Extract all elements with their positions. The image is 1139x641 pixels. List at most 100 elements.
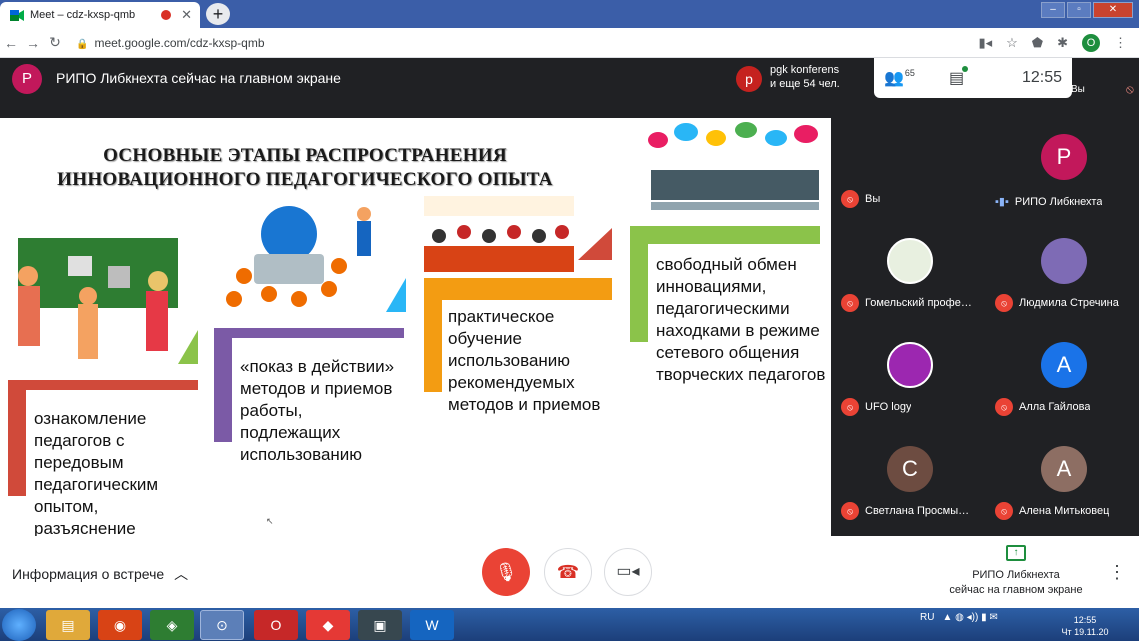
participant-tile[interactable]: A ⦸ Алла Гайлова: [989, 326, 1139, 426]
participant-label: ⦸ Светлана Просмы…: [841, 502, 969, 520]
meeting-details-panel: 👥 65 ▤ 12:55: [874, 58, 1072, 98]
participant-name: РИПО Либкнехта: [1014, 195, 1103, 208]
browser-tab[interactable]: Meet – cdz-kxsp-qmb ✕: [0, 2, 200, 28]
participant-avatar: A: [1041, 342, 1087, 388]
browser-extensions: ▮◂ ☆ ⬟ ✱ O ⋮: [978, 33, 1139, 52]
chevron-up-icon: ︿: [174, 566, 189, 582]
mic-off-icon: ⦸: [1126, 82, 1134, 96]
camera-icon[interactable]: ▮◂: [978, 35, 992, 51]
step3-top-bar: [424, 278, 612, 300]
participant-tile[interactable]: P ▪▮▪ РИПО Либкнехта: [989, 118, 1139, 218]
opera-icon[interactable]: O: [254, 610, 298, 640]
maximize-icon[interactable]: ▫: [1067, 2, 1091, 18]
green-triangle-decoration: [178, 330, 198, 364]
camera-off-icon: ▭◂: [616, 563, 640, 580]
participant-tile[interactable]: ⦸ Гомельский профе…: [835, 222, 985, 322]
step3-side-bar: [424, 278, 442, 392]
window-controls: – ▫ ✕: [1041, 2, 1133, 18]
extensions-icon[interactable]: ✱: [1057, 35, 1068, 51]
save-app-icon[interactable]: ▣: [358, 610, 402, 640]
participant-name: Светлана Просмы…: [865, 505, 970, 517]
anydesk-icon[interactable]: ◆: [306, 610, 350, 640]
address-bar: ← → ↻ 🔒 meet.google.com/cdz-kxsp-qmb ▮◂ ☆…: [0, 28, 1139, 58]
participant-name: Гомельский профе…: [865, 297, 972, 309]
taskbar-time: 12:55: [1073, 615, 1097, 625]
mic-off-icon: ⦸: [841, 190, 859, 208]
profile-avatar[interactable]: O: [1082, 33, 1100, 52]
mic-off-icon: ⦸: [995, 398, 1013, 416]
step4-text: свободный обмен инновациями, педагогичес…: [656, 255, 826, 384]
slide-title: ОСНОВНЫЕ ЭТАПЫ РАСПРОСТРАНЕНИЯ ИННОВАЦИО…: [50, 144, 560, 192]
participant-name: Алла Гайлова: [1019, 401, 1091, 413]
participant-label: ⦸ Людмила Стречина: [995, 294, 1119, 312]
word-icon[interactable]: W: [410, 610, 454, 640]
participant-avatar: C: [887, 446, 933, 492]
chat-unread-dot: [962, 66, 969, 72]
start-button-icon[interactable]: [2, 609, 36, 641]
bookmark-star-icon[interactable]: ☆: [1006, 35, 1018, 51]
reload-icon[interactable]: ↻: [44, 34, 66, 51]
participant-count: 65: [904, 68, 915, 78]
participant-avatar-photo: [887, 342, 933, 388]
mouse-cursor-icon: ↖: [266, 516, 274, 526]
participant-name: UFO logy: [865, 401, 912, 413]
camera-toggle-button[interactable]: ▭◂: [604, 548, 652, 596]
taskbar-clock[interactable]: 12:55 Чт 19.11.20: [1060, 614, 1110, 638]
back-icon[interactable]: ←: [0, 35, 22, 51]
language-indicator[interactable]: RU: [920, 612, 934, 623]
participant-label: ⦸ Вы: [841, 190, 880, 208]
participant-name: Алена Митьковец: [1019, 505, 1110, 517]
puzzle-team-illustration: [18, 238, 178, 359]
minimize-icon[interactable]: –: [1041, 2, 1065, 18]
team-computer-illustration: [226, 206, 371, 307]
participants-grid: ⦸ Вы P ▪▮▪ РИПО Либкнехта ⦸ Гомельский проф…: [831, 100, 1139, 536]
window-close-icon[interactable]: ✕: [1093, 2, 1133, 18]
step1-top-bar: [8, 380, 198, 390]
step1-text: ознакомление педагогов с передовым педаг…: [34, 409, 159, 536]
nvidia-icon[interactable]: ◈: [150, 610, 194, 640]
step2-text: «показ в действии» методов и приемов раб…: [240, 357, 395, 464]
participant-avatar-photo: [1041, 238, 1087, 284]
step1-side-bar: [8, 380, 26, 496]
file-explorer-icon[interactable]: ▤: [46, 610, 90, 640]
browser-app-icon[interactable]: ◉: [98, 610, 142, 640]
participant-label: ▪▮▪ РИПО Либкнехта: [995, 195, 1103, 209]
participant-avatar-logo: [887, 238, 933, 284]
participant-tile[interactable]: ⦸ Людмила Стречина: [989, 222, 1139, 322]
url-field[interactable]: 🔒 meet.google.com/cdz-kxsp-qmb: [76, 36, 265, 50]
pinned-participant-avatar[interactable]: p: [736, 66, 762, 92]
participant-tile[interactable]: ⦸ UFO logy: [835, 326, 985, 426]
taskbar-date: Чт 19.11.20: [1061, 627, 1109, 637]
pinned-participant-info[interactable]: pgk konferens и еще 54 чел.: [770, 63, 840, 91]
red-triangle-decoration: [578, 228, 612, 260]
participant-tile[interactable]: A ⦸ Алена Митьковец: [989, 430, 1139, 530]
more-options-icon[interactable]: ⋮: [1108, 562, 1126, 583]
present-screen-icon[interactable]: ↑: [1006, 545, 1026, 561]
forward-icon[interactable]: →: [22, 35, 44, 51]
phone-hangup-icon: ☎: [556, 562, 580, 582]
hang-up-button[interactable]: ☎: [544, 548, 592, 596]
browser-menu-icon[interactable]: ⋮: [1114, 35, 1127, 51]
blue-triangle-decoration: [386, 278, 406, 312]
chrome-icon[interactable]: ⊙: [200, 610, 244, 640]
step3-text: практическое обучение использованию реко…: [448, 307, 601, 414]
participants-button[interactable]: 👥 65: [884, 68, 915, 88]
close-tab-icon[interactable]: ✕: [181, 7, 192, 23]
mic-off-icon: ⦸: [995, 502, 1013, 520]
participant-tile[interactable]: ⦸ Вы: [835, 118, 985, 218]
participant-tile[interactable]: C ⦸ Светлана Просмы…: [835, 430, 985, 530]
shield-icon[interactable]: ⬟: [1032, 35, 1043, 51]
new-tab-button[interactable]: +: [206, 3, 230, 25]
meeting-info-label: Информация о встрече: [12, 566, 165, 582]
step2-top-bar: [214, 328, 404, 338]
presenter-status: РИПО Либкнехта сейчас на главном экране: [56, 70, 341, 86]
chat-button[interactable]: ▤: [949, 66, 969, 88]
mic-toggle-button[interactable]: 🎙︎: [482, 548, 530, 596]
tray-icons[interactable]: ▲ ◍ ◂)) ▮ ✉: [942, 612, 997, 623]
meeting-info-button[interactable]: Информация о встрече ︿: [12, 564, 188, 584]
discussion-meeting-illustration: [648, 122, 819, 210]
presenting-status[interactable]: РИПО Либкнехта сейчас на главном экране: [946, 568, 1086, 598]
pinned-participant-name: pgk konferens: [770, 64, 840, 76]
others-count: и еще 54 чел.: [770, 78, 840, 90]
meeting-clock: 12:55: [1021, 69, 1062, 86]
